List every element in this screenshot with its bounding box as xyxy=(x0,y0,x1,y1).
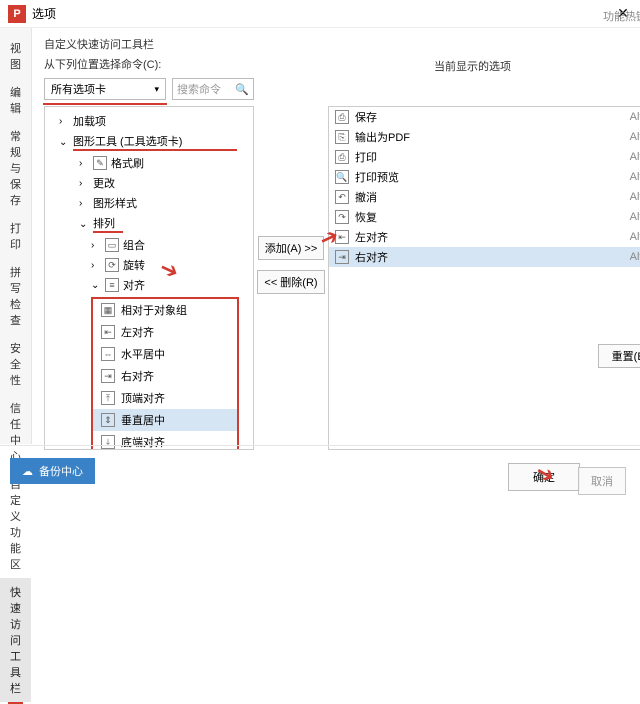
backup-center-button[interactable]: ☁ 备份中心 xyxy=(10,458,95,484)
expand-icon[interactable]: › xyxy=(79,198,89,209)
format-painter-icon: ✎ xyxy=(93,156,107,170)
list-item[interactable]: ⎘输出为PDFAlt+2 xyxy=(329,127,640,147)
tree-node-arrange[interactable]: ⌄排列 xyxy=(45,213,253,235)
tree-node-graphic-tools[interactable]: ⌄图形工具 (工具选项卡) xyxy=(45,131,253,153)
align-vcenter-icon: ⇕ xyxy=(101,413,115,427)
list-item[interactable]: ⎙打印Alt+3 xyxy=(329,147,640,167)
add-button[interactable]: 添加(A) >> xyxy=(258,236,325,260)
sidebar-item-edit[interactable]: 编辑 xyxy=(0,78,31,122)
tree-node[interactable]: ›▭组合 xyxy=(45,235,253,255)
tree-node[interactable]: ›图形样式 xyxy=(45,193,253,213)
align-relative[interactable]: ▦相对于对象组 xyxy=(93,299,237,321)
collapse-icon[interactable]: ⌄ xyxy=(59,137,69,148)
ok-button[interactable]: 确定 xyxy=(508,463,580,491)
align-hcenter[interactable]: ⇔水平居中 xyxy=(93,343,237,365)
section-heading: 自定义快速访问工具栏 xyxy=(44,36,640,52)
reset-button[interactable]: 重置(E) xyxy=(598,344,640,368)
annotation-underline xyxy=(43,103,167,105)
list-item[interactable]: ↶撤消Alt+5 xyxy=(329,187,640,207)
expand-icon[interactable]: › xyxy=(59,116,69,127)
search-placeholder: 搜索命令 xyxy=(177,81,221,97)
sidebar-item-quick-access[interactable]: 快速访问工具栏 xyxy=(0,578,31,702)
sidebar-item-print[interactable]: 打印 xyxy=(0,214,31,258)
expand-icon[interactable]: › xyxy=(79,178,89,189)
search-input[interactable]: 搜索命令 🔍 xyxy=(172,78,254,100)
app-logo: P xyxy=(8,5,26,23)
window-title: 选项 xyxy=(32,5,614,22)
undo-icon: ↶ xyxy=(335,190,349,204)
sidebar-item-general-save[interactable]: 常规与保存 xyxy=(0,122,31,214)
save-icon: ⎙ xyxy=(335,110,349,124)
tree-node[interactable]: ›✎格式刷 xyxy=(45,153,253,173)
align-right-icon: ⇥ xyxy=(101,369,115,383)
sidebar-item-view[interactable]: 视图 xyxy=(0,34,31,78)
cloud-icon: ☁ xyxy=(22,465,33,478)
collapse-icon[interactable]: ⌄ xyxy=(79,219,89,230)
list-item[interactable]: ⇤左对齐Alt+7 xyxy=(329,227,640,247)
relative-icon: ▦ xyxy=(101,303,115,317)
cancel-button[interactable]: 取消 xyxy=(578,467,626,495)
tree-node[interactable]: ›更改 xyxy=(45,173,253,193)
list-item[interactable]: 🔍打印预览Alt+4 xyxy=(329,167,640,187)
align-icon: ≡ xyxy=(105,278,119,292)
print-preview-icon: 🔍 xyxy=(335,170,349,184)
rotate-icon: ⟳ xyxy=(105,258,119,272)
hotkey-label: 功能热键 i xyxy=(603,8,640,24)
list-item[interactable]: ↷恢复Alt+6 xyxy=(329,207,640,227)
align-submenu: ▦相对于对象组 ⇤左对齐 ⇔水平居中 ⇥右对齐 ⤒顶端对齐 ⇕垂直居中 ⤓底端对… xyxy=(91,297,239,450)
sidebar-item-spellcheck[interactable]: 拼写检查 xyxy=(0,258,31,334)
align-left-icon: ⇤ xyxy=(101,325,115,339)
align-hcenter-icon: ⇔ xyxy=(101,347,115,361)
commands-tree[interactable]: ›加载项 ⌄图形工具 (工具选项卡) ›✎格式刷 ›更改 ›图形样式 ⌄排列 ›… xyxy=(44,106,254,450)
collapse-icon[interactable]: ⌄ xyxy=(91,280,101,291)
print-icon: ⎙ xyxy=(335,150,349,164)
align-vcenter[interactable]: ⇕垂直居中 xyxy=(93,409,237,431)
expand-icon[interactable]: › xyxy=(91,240,101,251)
sidebar: 视图 编辑 常规与保存 打印 拼写检查 安全性 信任中心 自定义功能区 快速访问… xyxy=(0,28,32,444)
dropdown-value: 所有选项卡 xyxy=(51,81,106,97)
search-icon: 🔍 xyxy=(235,83,249,96)
align-left[interactable]: ⇤左对齐 xyxy=(93,321,237,343)
current-commands-list[interactable]: ⎙保存Alt+1 ⎘输出为PDFAlt+2 ⎙打印Alt+3 🔍打印预览Alt+… xyxy=(328,106,640,450)
align-right[interactable]: ⇥右对齐 xyxy=(93,365,237,387)
pdf-icon: ⎘ xyxy=(335,130,349,144)
list-item[interactable]: ⎙保存Alt+1 xyxy=(329,107,640,127)
tree-node[interactable]: ›⟳旋转 xyxy=(45,255,253,275)
chevron-down-icon: ▾ xyxy=(154,84,159,95)
align-top[interactable]: ⤒顶端对齐 xyxy=(93,387,237,409)
align-top-icon: ⤒ xyxy=(101,391,115,405)
align-right-icon: ⇥ xyxy=(335,250,349,264)
tree-node[interactable]: ›加载项 xyxy=(45,111,253,131)
expand-icon[interactable]: › xyxy=(79,158,89,169)
align-left-icon: ⇤ xyxy=(335,230,349,244)
remove-button[interactable]: << 删除(R) xyxy=(257,270,324,294)
redo-icon: ↷ xyxy=(335,210,349,224)
current-options-label: 当前显示的选项 xyxy=(434,58,511,74)
sidebar-item-security[interactable]: 安全性 xyxy=(0,334,31,394)
group-icon: ▭ xyxy=(105,238,119,252)
tree-node-align[interactable]: ⌄≡对齐 xyxy=(45,275,253,295)
category-dropdown[interactable]: 所有选项卡 ▾ xyxy=(44,78,166,100)
choose-from-label: 从下列位置选择命令(C): xyxy=(44,56,254,72)
expand-icon[interactable]: › xyxy=(91,260,101,271)
list-item[interactable]: ⇥右对齐Alt+8 xyxy=(329,247,640,267)
